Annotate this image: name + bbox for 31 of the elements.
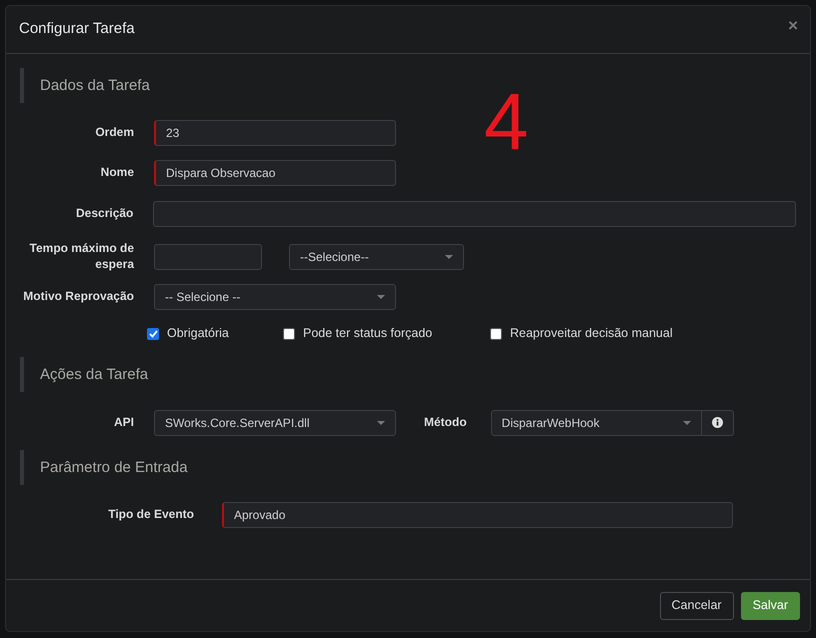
select-field[interactable]: -- Selecione -- (154, 284, 396, 310)
dialog-title: Configurar Tarefa (19, 19, 135, 40)
field-label: Tempo máximo de espera (28, 241, 134, 272)
field-label: Descrição (75, 206, 134, 222)
checkbox[interactable] (283, 328, 295, 340)
field-label: Nome (100, 165, 134, 181)
select-field[interactable]: SWorks.Core.ServerAPI.dll (154, 410, 396, 436)
checkbox[interactable] (147, 328, 159, 340)
info-icon (712, 417, 723, 428)
input-field[interactable]: Aprovado (222, 502, 733, 528)
input-field[interactable]: 23 (154, 120, 396, 146)
field-label: Motivo Reprovação (22, 289, 134, 305)
close-button[interactable]: × (788, 17, 798, 34)
checkbox-label: Reaproveitar decisão manual (510, 325, 673, 342)
field-label: Tipo de Evento (107, 507, 194, 523)
input-field[interactable] (153, 201, 796, 227)
field-label: Método (424, 415, 467, 431)
input-field[interactable] (154, 244, 262, 270)
field-label: API (112, 415, 134, 431)
checkbox-label: Pode ter status forçado (303, 325, 432, 342)
section-heading: Ações da Tarefa (20, 356, 796, 392)
select-field[interactable]: --Selecione-- (289, 244, 464, 270)
checkbox[interactable] (490, 328, 502, 340)
select-field[interactable]: DispararWebHook (490, 410, 702, 436)
checkbox-label: Obrigatória (167, 325, 229, 342)
dialog-button[interactable]: Cancelar (660, 592, 734, 620)
section-heading: Parâmetro de Entrada (20, 450, 796, 485)
info-button[interactable] (702, 410, 734, 436)
dialog-button[interactable]: Salvar (740, 592, 800, 620)
input-field[interactable]: Dispara Observacao (154, 160, 396, 186)
field-label: Ordem (94, 125, 134, 141)
